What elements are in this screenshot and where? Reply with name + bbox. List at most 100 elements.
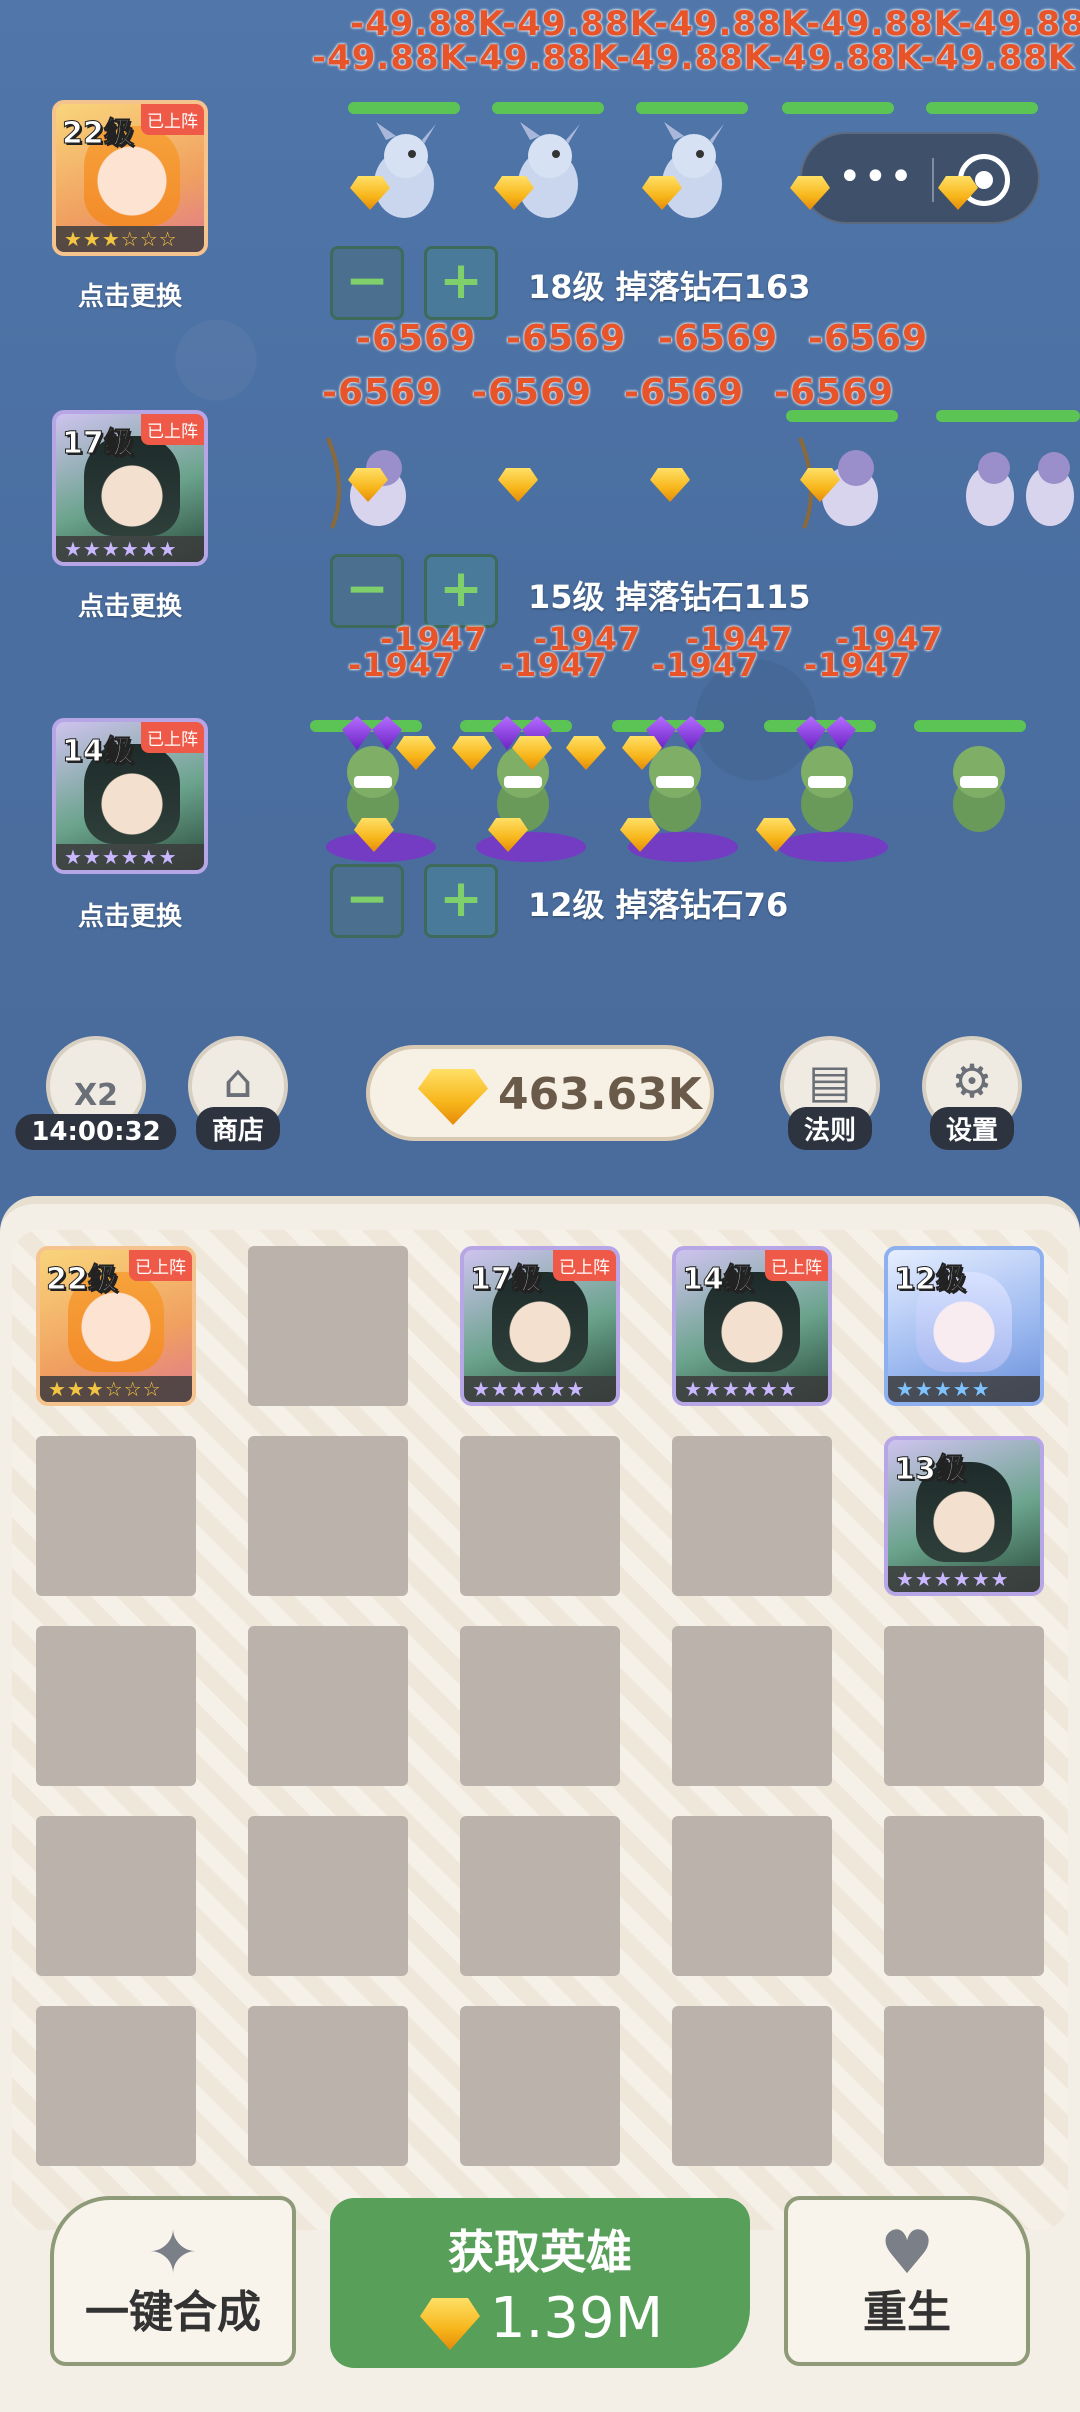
lane3-plus-button[interactable]: +	[424, 864, 498, 938]
damage-number: -49.88K-49.88K-49.88K-49.88K-49.88K	[312, 38, 1076, 78]
merge-all-button[interactable]: ✦ 一键合成	[50, 2196, 296, 2366]
inventory-slot[interactable]	[672, 1626, 832, 1786]
lane1-minus-button[interactable]: −	[330, 246, 404, 320]
damage-number: -1947	[500, 646, 608, 684]
change-hero-link[interactable]: 点击更换	[40, 586, 220, 623]
double-speed-button[interactable]: X2 14:00:32	[15, 1036, 177, 1150]
inventory-slot[interactable]	[248, 1626, 408, 1786]
inventory-grid: 22级 已上阵 ★★★☆☆☆ 17级 已上阵 ★★★★★★ 14级 已上阵 ★★…	[12, 1230, 1068, 2230]
hero-level: 14级	[682, 1262, 755, 1298]
deployed-badge: 已上阵	[141, 414, 204, 445]
deployed-badge: 已上阵	[765, 1250, 828, 1281]
hero-level: 22级	[46, 1262, 119, 1298]
hero-card[interactable]: 17级 已上阵 ★★★★★★	[460, 1246, 620, 1406]
inventory-slot[interactable]	[884, 1816, 1044, 1976]
inventory-slot[interactable]	[884, 2006, 1044, 2166]
monster-hp-bar	[936, 410, 1080, 422]
monster-hp-bar	[348, 102, 460, 114]
rebirth-label: 重生	[863, 2287, 951, 2338]
shop-button[interactable]: ⌂ 商店	[188, 1036, 288, 1150]
lane1-hero-card[interactable]: 22级 已上阵 ★★★☆☆☆	[52, 100, 208, 256]
inventory-slot[interactable]	[248, 1436, 408, 1596]
inventory-slot[interactable]	[36, 1626, 196, 1786]
inventory-slot[interactable]	[672, 2006, 832, 2166]
star-rating: ★★★★★★	[676, 1376, 828, 1402]
inventory-slot[interactable]	[460, 2006, 620, 2166]
inventory-slot[interactable]: 17级 已上阵 ★★★★★★	[460, 1246, 620, 1406]
hero-level: 12级	[894, 1262, 967, 1298]
inventory-slot[interactable]	[36, 1436, 196, 1596]
gear-icon: ⚙	[951, 1054, 993, 1108]
lane3-minus-button[interactable]: −	[330, 864, 404, 938]
goblin-monster	[953, 746, 1005, 832]
get-hero-label: 获取英雄	[448, 2225, 632, 2279]
damage-number: -6569	[506, 318, 627, 359]
hero-card[interactable]: 12级 ★★★★★	[884, 1246, 1044, 1406]
hero-card[interactable]: 22级 已上阵 ★★★☆☆☆	[36, 1246, 196, 1406]
diamond-balance: 463.63K	[366, 1045, 714, 1141]
get-hero-cost: 1.39M	[490, 2286, 664, 2351]
damage-number: -6569	[472, 372, 593, 413]
damage-number: -6569	[624, 372, 745, 413]
hero-card[interactable]: 13级 ★★★★★★	[884, 1436, 1044, 1596]
inventory-slot[interactable]	[248, 2006, 408, 2166]
monster-hp-bar	[786, 410, 898, 422]
star-rating: ★★★★★★	[56, 536, 204, 562]
inventory-slot[interactable]	[884, 1626, 1044, 1786]
hero-level: 17级	[62, 426, 135, 462]
lane2-hero-card[interactable]: 17级 已上阵 ★★★★★★	[52, 410, 208, 566]
star-rating: ★★★★★★	[464, 1376, 616, 1402]
inventory-slot[interactable]	[248, 1816, 408, 1976]
damage-number: -6569	[658, 318, 779, 359]
inventory-slot[interactable]	[36, 2006, 196, 2166]
settings-button[interactable]: ⚙ 设置	[922, 1036, 1022, 1150]
star-rating: ★★★★★★	[56, 844, 204, 870]
inventory-slot[interactable]: 14级 已上阵 ★★★★★★	[672, 1246, 832, 1406]
hero-level: 13级	[894, 1452, 967, 1488]
get-hero-button[interactable]: 获取英雄 1.39M	[330, 2198, 750, 2368]
lane2-drop-info: 15级 掉落钻石115	[528, 578, 811, 616]
monster-hp-bar	[914, 720, 1026, 732]
star-rating: ★★★☆☆☆	[40, 1376, 192, 1402]
rules-label: 法则	[787, 1107, 873, 1150]
monster-hp-bar	[636, 102, 748, 114]
inventory-slot[interactable]	[672, 1816, 832, 1976]
dragon-monster	[518, 122, 580, 218]
x2-bag-icon: X2	[73, 1078, 118, 1113]
lizard-archer-monster	[966, 452, 1074, 526]
hero-level: 22级	[62, 116, 135, 152]
inventory-slot[interactable]	[460, 1436, 620, 1596]
star-rating: ★★★☆☆☆	[56, 226, 204, 252]
lane1-drop-info: 18级 掉落钻石163	[528, 268, 811, 306]
inventory-slot[interactable]	[460, 1626, 620, 1786]
mini-program-capsule[interactable]: •••	[800, 132, 1040, 224]
lane1-plus-button[interactable]: +	[424, 246, 498, 320]
damage-number: -6569	[808, 318, 929, 359]
lane2-plus-button[interactable]: +	[424, 554, 498, 628]
rebirth-button[interactable]: ♥ 重生	[784, 2196, 1030, 2366]
merge-all-label: 一键合成	[85, 2287, 261, 2338]
inventory-slot[interactable]	[460, 1816, 620, 1976]
hero-card[interactable]: 14级 已上阵 ★★★★★★	[672, 1246, 832, 1406]
battlefield: -49.88K-49.88K-49.88K-49.88K-49.88 -49.8…	[0, 0, 1080, 1200]
lane2-minus-button[interactable]: −	[330, 554, 404, 628]
inventory-slot[interactable]	[36, 1816, 196, 1976]
inventory-slot[interactable]: 22级 已上阵 ★★★☆☆☆	[36, 1246, 196, 1406]
shop-icon: ⌂	[223, 1054, 253, 1108]
diamond-balance-value: 463.63K	[498, 1069, 702, 1120]
rules-button[interactable]: ▤ 法则	[780, 1036, 880, 1150]
monster-hp-bar	[926, 102, 1038, 114]
inventory-slot[interactable]: 13级 ★★★★★★	[884, 1436, 1044, 1596]
change-hero-link[interactable]: 点击更换	[40, 276, 220, 313]
damage-number: -6569	[356, 318, 477, 359]
more-icon[interactable]: •••	[838, 154, 915, 200]
hero-level: 14级	[62, 734, 135, 770]
inventory-slot[interactable]	[672, 1436, 832, 1596]
change-hero-link[interactable]: 点击更换	[40, 896, 220, 933]
lane3-hero-card[interactable]: 14级 已上阵 ★★★★★★	[52, 718, 208, 874]
inventory-slot[interactable]: 12级 ★★★★★	[884, 1246, 1044, 1406]
diamond-drop-icon	[498, 468, 538, 502]
lane3-drop-info: 12级 掉落钻石76	[528, 886, 789, 924]
inventory-slot[interactable]	[248, 1246, 408, 1406]
shop-label: 商店	[195, 1107, 281, 1150]
